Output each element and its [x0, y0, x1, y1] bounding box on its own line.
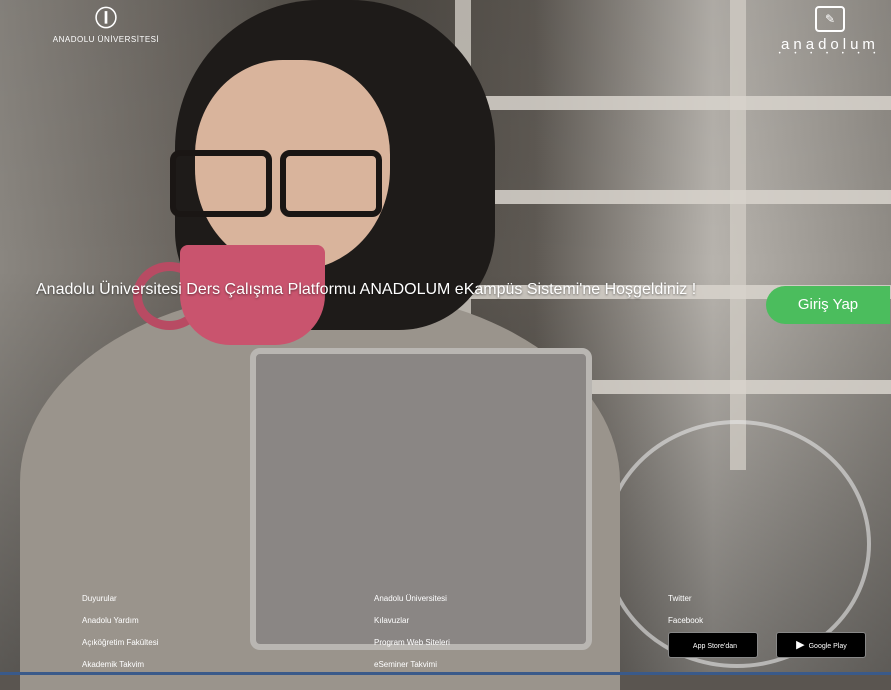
anadolum-emblem-icon: ✎ — [815, 6, 845, 32]
footer-link-acikogretim[interactable]: Açıköğretim Fakültesi — [82, 632, 158, 654]
footer-link-duyurular[interactable]: Duyurular — [82, 588, 158, 610]
footer-link-kilavuzlar[interactable]: Kılavuzlar — [374, 610, 450, 632]
anadolum-logo[interactable]: ✎ anadolum • • • • • • • — [775, 6, 885, 57]
app-store-label: App Store'dan — [692, 643, 738, 650]
login-button[interactable]: Giriş Yap — [766, 286, 890, 324]
play-icon: ▶ — [796, 639, 805, 651]
google-play-button[interactable]: ▶ Google Play — [776, 632, 867, 658]
app-store-badges: App Store'dan ▶ Google Play — [668, 632, 880, 658]
footer-link-facebook[interactable]: Facebook — [668, 610, 703, 632]
google-play-label: Google Play — [808, 643, 847, 650]
footer: Duyurular Anadolu Yardım Açıköğretim Fak… — [0, 580, 891, 675]
shelf — [455, 190, 891, 204]
footer-link-twitter[interactable]: Twitter — [668, 588, 703, 610]
shelf — [455, 96, 891, 110]
university-name: ANADOLU ÜNİVERSİTESİ — [52, 35, 160, 44]
footer-link-anadolu-yardim[interactable]: Anadolu Yardım — [82, 610, 158, 632]
anadolum-subtext: • • • • • • • — [778, 51, 882, 57]
university-emblem-icon: Ⓘ — [94, 6, 117, 31]
welcome-message: Anadolu Üniversitesi Ders Çalışma Platfo… — [36, 281, 697, 298]
glasses — [170, 150, 385, 217]
shelf-post — [730, 0, 746, 470]
footer-column-3: Twitter Facebook — [668, 588, 703, 632]
footer-link-anadolu-universitesi[interactable]: Anadolu Üniversitesi — [374, 588, 450, 610]
app-store-button[interactable]: App Store'dan — [668, 632, 758, 658]
footer-link-program-web-siteleri[interactable]: Program Web Siteleri — [374, 632, 450, 654]
footer-column-2: Anadolu Üniversitesi Kılavuzlar Program … — [374, 588, 450, 676]
anadolu-universitesi-logo[interactable]: Ⓘ ANADOLU ÜNİVERSİTESİ — [36, 6, 176, 44]
footer-column-1: Duyurular Anadolu Yardım Açıköğretim Fak… — [82, 588, 158, 676]
